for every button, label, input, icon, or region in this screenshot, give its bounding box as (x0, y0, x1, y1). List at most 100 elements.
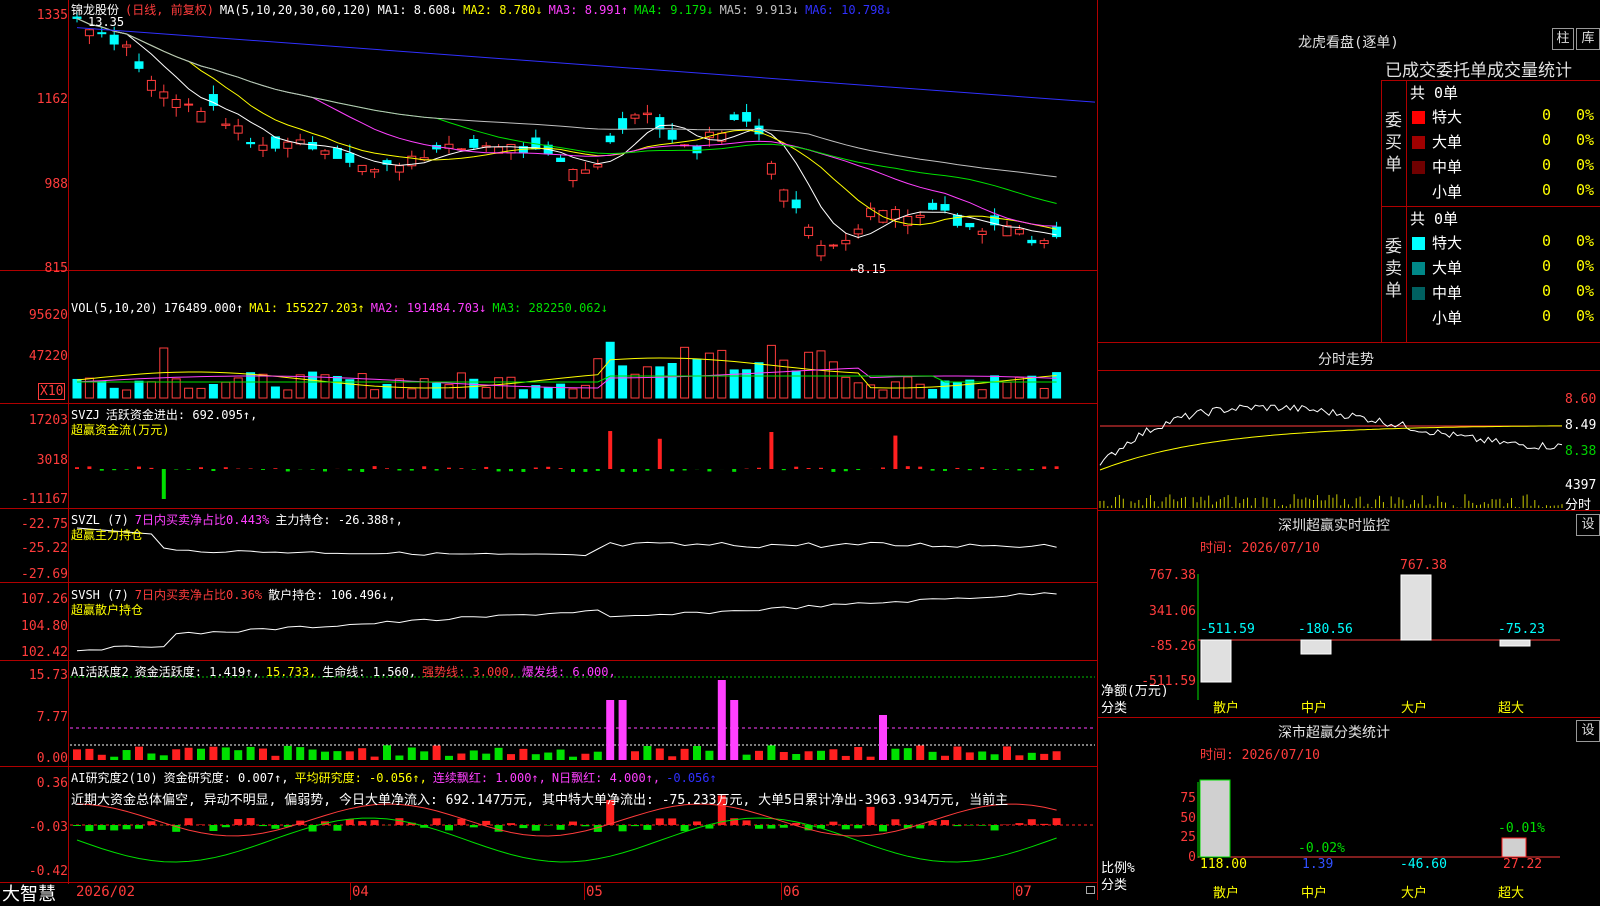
money-flow-bar (249, 468, 253, 469)
candle-body (929, 203, 937, 209)
research-bar (271, 825, 279, 829)
kline-chart[interactable] (0, 0, 1600, 900)
research-bar (532, 825, 540, 831)
activity-bar (693, 746, 701, 760)
candle-body (581, 170, 589, 173)
vol-ma2: MA2: 191484.703↓ (371, 301, 487, 315)
activity-bar (1028, 753, 1036, 760)
monitor-category: 散户 (1213, 697, 1239, 716)
lhb-title: 龙虎看盘(逐单) (1298, 32, 1399, 52)
money-flow-bar (844, 469, 848, 471)
monitor-value-label: 767.38 (1400, 558, 1447, 573)
activity-bar (904, 748, 912, 760)
volume-bar (1003, 382, 1011, 398)
table-view-button[interactable]: 库 (1576, 28, 1600, 50)
activity-bar (743, 755, 751, 760)
candle-body (222, 124, 230, 125)
lock-icon[interactable] (1086, 886, 1095, 894)
ai-active-value: 资金活跃度: 1.419↑, (135, 665, 260, 679)
candle-body (160, 92, 168, 98)
candle-body (247, 143, 255, 144)
svzj-title: 超赢资金流(万元) (71, 421, 169, 438)
money-flow-bar (360, 469, 364, 472)
monitor-category: 超大 (1498, 697, 1524, 716)
research-bar (222, 825, 230, 827)
activity-bar (222, 747, 230, 760)
volume-bar (284, 390, 292, 398)
candle-body (333, 148, 341, 158)
research-bar (619, 825, 627, 831)
research-bar (581, 825, 589, 826)
research-bar (470, 825, 478, 827)
activity-bar (991, 754, 999, 760)
activity-bar (854, 747, 862, 760)
sell-total: 共 0单 (1410, 208, 1458, 229)
stat-category: 散户 (1213, 882, 1239, 901)
activity-bar (1003, 746, 1011, 760)
candle-body (371, 170, 379, 172)
activity-bar (668, 756, 676, 760)
money-flow-bar (881, 467, 885, 469)
research-bar (333, 825, 341, 831)
period-label: (日线, 前复权) (125, 3, 214, 17)
ai-active-axis-label: 7.77 (0, 710, 68, 725)
stat-axis-label: 50 (1160, 811, 1196, 826)
stat-value-label: -46.60 (1400, 857, 1447, 872)
intraday-avg-line (1100, 426, 1562, 470)
activity-bar (73, 749, 81, 760)
research-bar (544, 825, 552, 826)
stat-pct-label: -0.01% (1498, 821, 1545, 836)
vol-axis-label: 95620 (0, 308, 68, 323)
ai-research-value: 资金研究度: 0.007↑, (164, 771, 289, 785)
intraday-border (1097, 370, 1600, 371)
money-flow-bar (397, 469, 401, 471)
money-flow-bar (583, 469, 587, 472)
activity-bar (408, 748, 416, 760)
ai-research-avg: 平均研究度: -0.056↑, (295, 771, 427, 785)
volume-bar (259, 374, 267, 398)
buy-row-label: 中单 (1432, 156, 1462, 177)
money-flow-bar (943, 469, 947, 471)
svsh-retail: 散户持仓: 106.496↓, (268, 588, 395, 602)
monitor-axis-label: 341.06 (1140, 604, 1196, 619)
research-bar (85, 825, 93, 831)
money-flow-bar (645, 469, 649, 471)
candle-body (829, 245, 837, 246)
stat-settings-button[interactable]: 设 (1576, 720, 1600, 742)
money-flow-bar (571, 469, 575, 472)
candle-body (594, 164, 602, 166)
buy-color-swatch (1412, 161, 1425, 174)
vol-label: VOL(5,10,20) (71, 301, 158, 315)
time-axis-label: 07 (1015, 884, 1032, 900)
money-flow-bar (435, 469, 439, 471)
volume-bar (879, 390, 887, 398)
money-flow-bar (608, 431, 612, 469)
activity-bar (321, 752, 329, 760)
sell-row-percent: 0% (1576, 307, 1594, 325)
high-price-label: 13.35 (88, 15, 124, 29)
volume-bar (507, 377, 515, 398)
candle-body (643, 113, 651, 114)
monitor-bar-retail (1201, 640, 1231, 682)
research-bar (519, 825, 527, 828)
money-flow-bar (633, 469, 637, 472)
money-flow-bar (100, 469, 104, 471)
vol-axis-label: 47220 (0, 349, 68, 364)
activity-bar (296, 747, 304, 760)
ai-active-label: AI活跃度2 (71, 665, 129, 679)
ai-research-axis-label: 0.36 (0, 776, 68, 791)
money-flow-bar (509, 469, 513, 471)
research-bar (842, 825, 850, 829)
volume-bar (197, 388, 205, 398)
volume-bar (147, 382, 155, 398)
intraday-axis-label: 8.49 (1565, 418, 1596, 433)
stat-bar-retail (1200, 780, 1230, 857)
buy-row-label: 小单 (1432, 181, 1462, 202)
monitor-settings-button[interactable]: 设 (1576, 514, 1600, 536)
volume-bar (98, 381, 106, 398)
svsh-label: SVSH (7) (71, 588, 129, 602)
candle-body (966, 223, 974, 226)
bar-view-button[interactable]: 柱 (1552, 28, 1574, 50)
svzj-value: 活跃资金进出: 692.095↑, (106, 408, 257, 422)
sell-row-count: 0 (1542, 257, 1551, 275)
